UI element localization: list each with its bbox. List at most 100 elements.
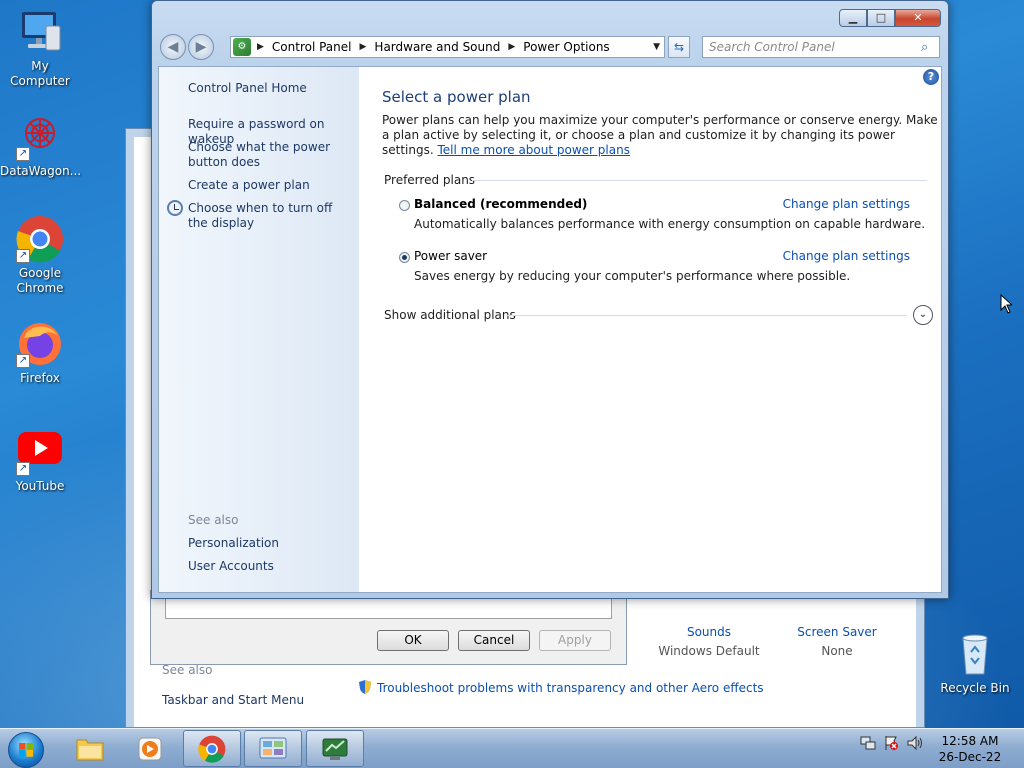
sounds-label: Sounds bbox=[686, 625, 732, 639]
clock-icon bbox=[167, 200, 183, 216]
maximize-icon: □ bbox=[875, 11, 887, 24]
section-divider bbox=[507, 315, 907, 316]
taskbar-power-options[interactable] bbox=[306, 730, 364, 767]
forward-button[interactable]: ▶ bbox=[188, 34, 214, 60]
breadcrumb-hardware-and-sound[interactable]: Hardware and Sound bbox=[374, 40, 500, 54]
network-icon[interactable] bbox=[860, 735, 876, 754]
desktop-icon-label: Google Chrome bbox=[16, 266, 64, 295]
desktop-icon-label: YouTube bbox=[15, 479, 65, 493]
chrome-icon bbox=[198, 735, 226, 763]
recycle-bin-icon bbox=[951, 630, 999, 678]
desktop-icon-google-chrome[interactable]: ↗ Google Chrome bbox=[0, 215, 80, 296]
left-pane: Control Panel Home Require a password on… bbox=[159, 67, 359, 592]
balanced-plan-description: Automatically balances performance with … bbox=[414, 217, 926, 231]
search-icon[interactable]: ⌕ bbox=[921, 40, 939, 55]
refresh-icon: ⇆ bbox=[673, 40, 685, 54]
close-icon: ✕ bbox=[913, 11, 923, 24]
breadcrumb-arrow-icon[interactable]: ▶ bbox=[508, 42, 515, 52]
balanced-change-settings-link[interactable]: Change plan settings bbox=[783, 197, 910, 211]
desktop-icon-label: Firefox bbox=[20, 371, 60, 385]
personalization-link[interactable]: Personalization bbox=[188, 536, 358, 551]
power-saver-plan-name[interactable]: Power saver bbox=[414, 249, 487, 263]
shortcut-arrow-icon: ↗ bbox=[16, 249, 30, 263]
desktop-icon-datawagon[interactable]: ↗ DataWagon... bbox=[0, 113, 82, 179]
breadcrumb-control-panel[interactable]: Control Panel bbox=[272, 40, 352, 54]
screensaver-label: Screen Saver bbox=[797, 625, 877, 639]
background-dialog: OK Cancel Apply bbox=[150, 590, 627, 665]
taskbar-explorer[interactable] bbox=[61, 730, 119, 767]
breadcrumb-arrow-icon[interactable]: ▶ bbox=[360, 42, 367, 52]
address-bar[interactable]: ⚙ ▶ Control Panel ▶ Hardware and Sound ▶… bbox=[230, 36, 665, 58]
power-saver-radio[interactable] bbox=[399, 252, 410, 263]
help-icon[interactable]: ? bbox=[923, 69, 939, 85]
ok-button[interactable]: OK bbox=[377, 630, 449, 651]
firefox-icon: ↗ bbox=[16, 320, 64, 368]
chevron-down-icon[interactable]: ⌄ bbox=[913, 305, 933, 325]
shield-icon bbox=[358, 679, 372, 698]
shortcut-arrow-icon: ↗ bbox=[16, 354, 30, 368]
right-pane: ? Select a power plan Power plans can he… bbox=[359, 67, 941, 592]
back-button[interactable]: ◀ bbox=[160, 34, 186, 60]
youtube-icon: ↗ bbox=[16, 428, 64, 476]
close-button[interactable]: ✕ bbox=[895, 9, 941, 27]
desktop-icon-label: My Computer bbox=[10, 59, 70, 88]
power-button-link[interactable]: Choose what the power button does bbox=[188, 140, 358, 170]
section-divider bbox=[472, 180, 927, 181]
caption-buttons: ▁ □ ✕ bbox=[839, 9, 941, 27]
clock-time: 12:58 AM bbox=[941, 734, 999, 748]
bg-see-also: See also bbox=[162, 663, 213, 677]
folder-icon bbox=[76, 739, 104, 760]
mouse-cursor-icon bbox=[1000, 294, 1012, 314]
taskbar-media-player[interactable] bbox=[121, 730, 179, 767]
shortcut-arrow-icon: ↗ bbox=[16, 147, 30, 161]
search-box[interactable]: Search Control Panel ⌕ bbox=[702, 36, 940, 58]
volume-icon[interactable] bbox=[906, 735, 924, 754]
windows-logo-icon bbox=[8, 732, 44, 768]
bg-troubleshoot-link[interactable]: Troubleshoot problems with transparency … bbox=[377, 681, 764, 695]
balanced-radio[interactable] bbox=[399, 200, 410, 211]
display-off-link[interactable]: Choose when to turn off the display bbox=[188, 201, 348, 231]
desktop-icon-youtube[interactable]: ↗ YouTube bbox=[0, 428, 80, 494]
balanced-plan-name[interactable]: Balanced (recommended) bbox=[414, 197, 587, 211]
desktop-icon-label: Recycle Bin bbox=[940, 681, 1010, 695]
bg-taskbar-link[interactable]: Taskbar and Start Menu bbox=[162, 693, 304, 707]
datawagon-icon: ↗ bbox=[16, 113, 64, 161]
forward-arrow-icon: ▶ bbox=[195, 39, 207, 55]
taskbar-clock[interactable]: 12:58 AM 26-Dec-22 bbox=[930, 733, 1010, 765]
power-saver-change-settings-link[interactable]: Change plan settings bbox=[783, 249, 910, 263]
taskbar-chrome[interactable] bbox=[183, 730, 241, 767]
control-panel-icon bbox=[259, 737, 287, 758]
bg-sounds[interactable]: Sounds Windows Default bbox=[644, 625, 774, 658]
power-saver-plan-description: Saves energy by reducing your computer's… bbox=[414, 269, 851, 283]
show-additional-plans[interactable]: Show additional plans bbox=[384, 308, 516, 322]
action-center-icon[interactable] bbox=[883, 735, 899, 754]
bg-screensaver[interactable]: Screen Saver None bbox=[772, 625, 902, 658]
control-panel-home-link[interactable]: Control Panel Home bbox=[188, 81, 358, 96]
desktop-icon-firefox[interactable]: ↗ Firefox bbox=[0, 320, 80, 386]
preferred-plans-heading: Preferred plans bbox=[384, 173, 476, 187]
user-accounts-link[interactable]: User Accounts bbox=[188, 559, 358, 574]
start-button[interactable] bbox=[4, 732, 48, 768]
cancel-button[interactable]: Cancel bbox=[458, 630, 530, 651]
desktop-icon-label: DataWagon... bbox=[0, 164, 82, 178]
create-power-plan-link[interactable]: Create a power plan bbox=[188, 178, 358, 193]
minimize-button[interactable]: ▁ bbox=[839, 9, 867, 27]
refresh-button[interactable]: ⇆ bbox=[668, 36, 690, 58]
maximize-button[interactable]: □ bbox=[867, 9, 895, 27]
page-description: Power plans can help you maximize your c… bbox=[382, 113, 942, 158]
search-input[interactable]: Search Control Panel bbox=[703, 40, 921, 54]
shortcut-arrow-icon: ↗ bbox=[16, 462, 30, 476]
tell-me-more-link[interactable]: Tell me more about power plans bbox=[438, 143, 630, 157]
page-title: Select a power plan bbox=[382, 88, 531, 106]
apply-button[interactable]: Apply bbox=[539, 630, 611, 651]
clock-date: 26-Dec-22 bbox=[938, 750, 1002, 764]
power-options-window: ▁ □ ✕ ◀ ▶ ⚙ ▶ Control Panel ▶ Hardware a… bbox=[151, 0, 949, 599]
see-also-heading: See also bbox=[188, 513, 239, 527]
screensaver-value: None bbox=[821, 644, 853, 658]
taskbar-control-panel[interactable] bbox=[244, 730, 302, 767]
breadcrumb-power-options[interactable]: Power Options bbox=[523, 40, 609, 54]
chevron-down-icon[interactable]: ▼ bbox=[653, 42, 660, 52]
content-area: Control Panel Home Require a password on… bbox=[158, 66, 942, 593]
desktop-icon-recycle-bin[interactable]: Recycle Bin bbox=[935, 630, 1015, 696]
desktop-icon-my-computer[interactable]: My Computer bbox=[0, 8, 80, 89]
